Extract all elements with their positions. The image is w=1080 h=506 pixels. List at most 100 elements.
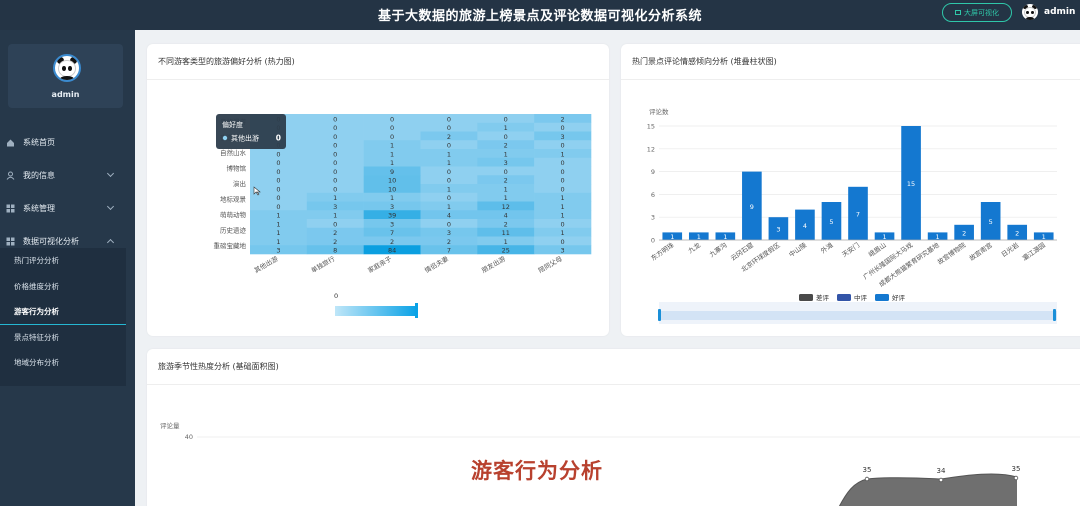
- heatmap-x-label: 陪同父母: [537, 254, 564, 275]
- heatmap-value: 1: [447, 150, 451, 158]
- heatmap-value: 2: [390, 238, 394, 246]
- heatmap-chart[interactable]: 0000020000100002030010200011110011300090…: [147, 44, 609, 336]
- heatmap-value: 1: [561, 229, 565, 237]
- heatmap-value: 0: [333, 124, 337, 132]
- heatmap-value: 2: [504, 177, 508, 185]
- sidebar-item-system[interactable]: 系统管理: [0, 192, 135, 225]
- heatmap-value: 1: [447, 203, 451, 211]
- tooltip-value: 0: [276, 134, 281, 143]
- heatmap-value: 2: [561, 115, 565, 123]
- heatmap-value: 39: [388, 212, 396, 220]
- heatmap-value: 0: [447, 194, 451, 202]
- heatmap-value: 0: [333, 177, 337, 185]
- y-axis-title: 评论数: [649, 107, 669, 116]
- submenu-item-visitor-behavior[interactable]: 游客行为分析: [0, 299, 126, 325]
- area-point: [1013, 475, 1019, 481]
- submenu-item-rating[interactable]: 热门评分分析: [0, 248, 126, 274]
- tooltip-series: 其他出游: [231, 134, 259, 143]
- heatmap-value: 0: [561, 168, 565, 176]
- area-value-label: 34: [937, 467, 946, 475]
- heatmap-value: 0: [504, 133, 508, 141]
- y-axis-title: 评论量: [160, 421, 180, 430]
- heatmap-value: 9: [390, 168, 394, 176]
- heatmap-value: 3: [276, 247, 280, 255]
- sidebar-item-label: 我的信息: [23, 171, 55, 180]
- heatmap-value: 0: [561, 124, 565, 132]
- bar-value-label: 4: [803, 222, 807, 230]
- heatmap-value: 8: [333, 247, 337, 255]
- x-tick-label: 中山陵: [787, 240, 809, 259]
- bar-value-label: 7: [856, 210, 860, 218]
- bar-value-label: 2: [1015, 229, 1019, 237]
- heatmap-value: 2: [333, 238, 337, 246]
- heatmap-value: 0: [447, 115, 451, 123]
- heatmap-value: 1: [333, 212, 337, 220]
- legend-swatch: [875, 294, 889, 301]
- monitor-icon: [955, 10, 961, 15]
- bar-value-label: 3: [776, 226, 780, 234]
- user-icon: [6, 171, 15, 180]
- sidebar-item-label: 系统首页: [23, 138, 55, 147]
- heatmap-value: 4: [447, 212, 451, 220]
- submenu-item-features[interactable]: 景点特征分析: [0, 325, 126, 351]
- y-tick-label: 40: [185, 433, 193, 441]
- stacked-bar-card: 热门景点评论情感倾向分析 (堆叠柱状图) 评论数 0 3 6 9 12 15 1 东方明珠 1 九龙…: [621, 44, 1080, 336]
- x-tick-label: 灞江源园: [1020, 240, 1046, 262]
- sidebar-item-label: 数据可视化分析: [23, 237, 79, 246]
- sidebar-username: admin: [51, 90, 80, 99]
- heatmap-value: 0: [504, 115, 508, 123]
- heatmap-x-label: 朋友出游: [480, 254, 507, 275]
- heatmap-value: 1: [561, 194, 565, 202]
- sidebar-item-home[interactable]: 系统首页: [0, 126, 135, 159]
- y-tick-label: 6: [651, 191, 655, 199]
- heatmap-value: 2: [333, 229, 337, 237]
- x-tick-label: 九寨沟: [707, 240, 728, 259]
- heatmap-y-label: 博物馆: [227, 163, 247, 172]
- area-chart[interactable]: 评论量 40 35 34 35: [147, 349, 1080, 506]
- chevron-down-icon: [106, 202, 115, 211]
- top-username: admin: [1044, 7, 1076, 17]
- heatmap-y-label: 自然山水: [220, 148, 247, 157]
- heatmap-value: 10: [388, 185, 396, 193]
- bigscreen-label: 大屏可视化: [964, 8, 999, 17]
- heatmap-value: 1: [504, 124, 508, 132]
- y-tick-label: 9: [651, 168, 655, 176]
- heatmap-value: 0: [276, 177, 280, 185]
- legend-label: 中评: [854, 293, 868, 302]
- heatmap-value: 0: [276, 203, 280, 211]
- heatmap-value: 0: [333, 142, 337, 150]
- heatmap-value: 1: [447, 185, 451, 193]
- heatmap-value: 1: [504, 185, 508, 193]
- heatmap-value: 1: [390, 194, 394, 202]
- data-zoom-handle-right: [1053, 309, 1056, 321]
- area-card: 旅游季节性热度分析 (基础面积图) 评论量 40 35 34 35: [147, 349, 1080, 506]
- bar-value-label: 9: [750, 203, 754, 211]
- stacked-bar-chart[interactable]: 评论数036912151东方明珠1九龙1九寨沟9云冈石窟3北京环球度假区4中山陵…: [621, 44, 1080, 336]
- sidebar-item-profile[interactable]: 我的信息: [0, 159, 135, 192]
- heatmap-value: 1: [276, 212, 280, 220]
- bar-value-label: 5: [989, 218, 993, 226]
- heatmap-value: 0: [333, 150, 337, 158]
- area-point: [938, 477, 944, 483]
- heatmap-value: 0: [561, 159, 565, 167]
- heatmap-value: 1: [390, 159, 394, 167]
- heatmap-value: 0: [561, 177, 565, 185]
- submenu-item-region[interactable]: 地域分布分析: [0, 350, 126, 376]
- heatmap-value: 0: [561, 185, 565, 193]
- avatar: [1022, 4, 1038, 20]
- sidebar: admin 系统首页 我的信息 系统管理 数据可视化分析 热门评分分析 价格维度…: [0, 30, 135, 506]
- x-tick-label: 峨眉山: [867, 240, 888, 259]
- heatmap-value: 0: [276, 168, 280, 176]
- submenu-item-price[interactable]: 价格维度分析: [0, 274, 126, 300]
- avatar: [53, 54, 81, 82]
- bigscreen-button[interactable]: 大屏可视化: [942, 3, 1012, 22]
- sidebar-item-label: 系统管理: [23, 204, 55, 213]
- heatmap-value: 0: [390, 124, 394, 132]
- chevron-up-icon: [106, 238, 115, 247]
- heatmap-value: 0: [390, 133, 394, 141]
- top-user-menu[interactable]: admin: [1022, 4, 1075, 20]
- legend-label: 好评: [892, 293, 906, 302]
- heatmap-card: 不同游客类型的旅游偏好分析 (热力图) 00000200001000020300…: [147, 44, 609, 336]
- heatmap-value: 7: [390, 229, 394, 237]
- heatmap-value: 1: [333, 194, 337, 202]
